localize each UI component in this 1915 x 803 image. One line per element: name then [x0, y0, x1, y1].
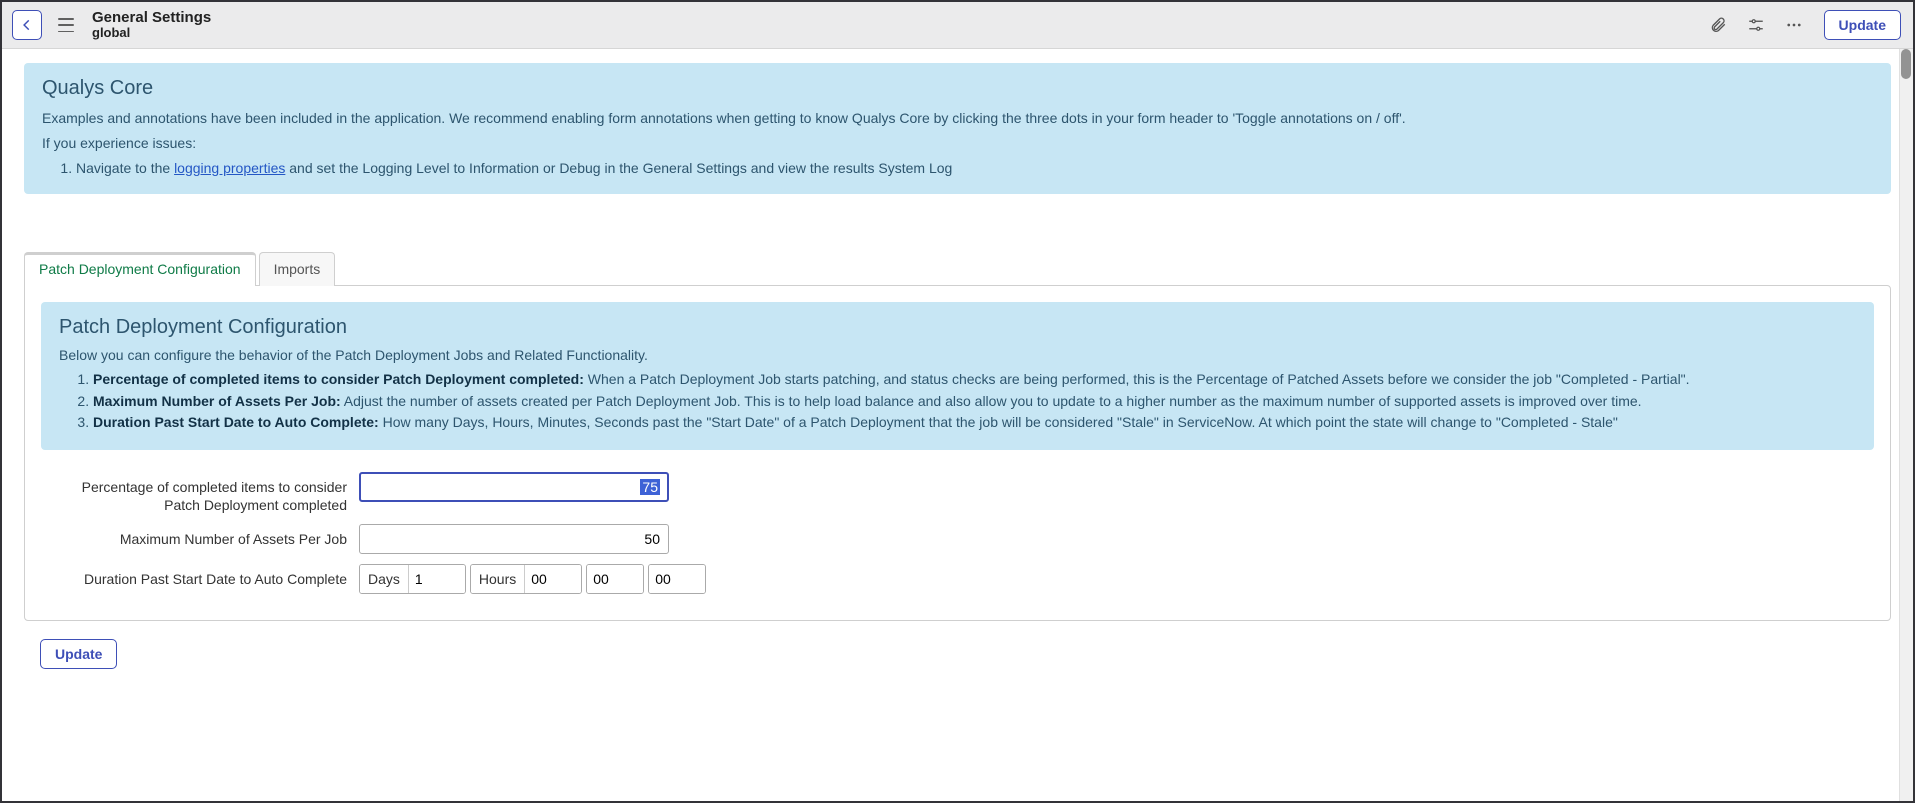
page-title: General Settings	[92, 9, 211, 26]
duration-seconds-input[interactable]	[649, 565, 705, 593]
duration-days-label: Days	[360, 565, 409, 593]
tab-info-item-2: Maximum Number of Assets Per Job: Adjust…	[93, 391, 1856, 413]
tabs-container: Patch Deployment Configuration Imports P…	[24, 252, 1891, 621]
duration-hours-label: Hours	[471, 565, 525, 593]
form-body: Qualys Core Examples and annotations hav…	[2, 49, 1913, 801]
page-subtitle: global	[92, 26, 211, 41]
percentage-completed-label: Percentage of completed items to conside…	[49, 472, 359, 514]
tab-content: Patch Deployment Configuration Below you…	[24, 285, 1891, 621]
more-actions-icon[interactable]	[1780, 11, 1808, 39]
info-panel-intro: Examples and annotations have been inclu…	[42, 108, 1873, 129]
settings-sliders-icon[interactable]	[1742, 11, 1770, 39]
max-assets-label: Maximum Number of Assets Per Job	[49, 524, 359, 548]
duration-minutes-input[interactable]	[587, 565, 643, 593]
update-button-bottom[interactable]: Update	[40, 639, 117, 669]
duration-input-group: Days Hours	[359, 564, 706, 594]
page-title-block: General Settings global	[92, 9, 211, 41]
form-fields: Percentage of completed items to conside…	[41, 472, 1874, 594]
tab-info-desc: Below you can configure the behavior of …	[59, 347, 1856, 363]
logging-properties-link[interactable]: logging properties	[174, 160, 285, 176]
info-panel-qualys-core: Qualys Core Examples and annotations hav…	[24, 63, 1891, 194]
vertical-scrollbar[interactable]	[1899, 49, 1913, 801]
tab-imports[interactable]: Imports	[259, 252, 336, 286]
tab-bar: Patch Deployment Configuration Imports	[24, 252, 1891, 286]
duration-hours-input[interactable]	[525, 565, 581, 593]
tab-info-item-3: Duration Past Start Date to Auto Complet…	[93, 412, 1856, 434]
vertical-scrollbar-thumb[interactable]	[1901, 49, 1911, 79]
percentage-completed-input[interactable]: 75	[359, 472, 669, 502]
tab-info-list: Percentage of completed items to conside…	[59, 369, 1856, 434]
tab-info-title: Patch Deployment Configuration	[59, 316, 1856, 339]
form-header: General Settings global Update	[2, 2, 1913, 49]
tab-info-item-1: Percentage of completed items to conside…	[93, 369, 1856, 391]
info-panel-issues: If you experience issues:	[42, 133, 1873, 154]
max-assets-input[interactable]	[359, 524, 669, 554]
info-panel-title: Qualys Core	[42, 77, 1873, 100]
attachment-icon[interactable]	[1704, 11, 1732, 39]
update-button[interactable]: Update	[1824, 10, 1901, 40]
info-panel-steps: Navigate to the logging properties and s…	[42, 158, 1873, 178]
duration-auto-complete-label: Duration Past Start Date to Auto Complet…	[49, 564, 359, 588]
back-button[interactable]	[12, 10, 42, 40]
info-panel-patch-deployment: Patch Deployment Configuration Below you…	[41, 302, 1874, 450]
tab-patch-deployment-configuration[interactable]: Patch Deployment Configuration	[24, 252, 256, 286]
menu-icon[interactable]	[58, 18, 74, 32]
duration-days-input[interactable]	[409, 565, 465, 593]
info-step-1: Navigate to the logging properties and s…	[76, 158, 1873, 178]
